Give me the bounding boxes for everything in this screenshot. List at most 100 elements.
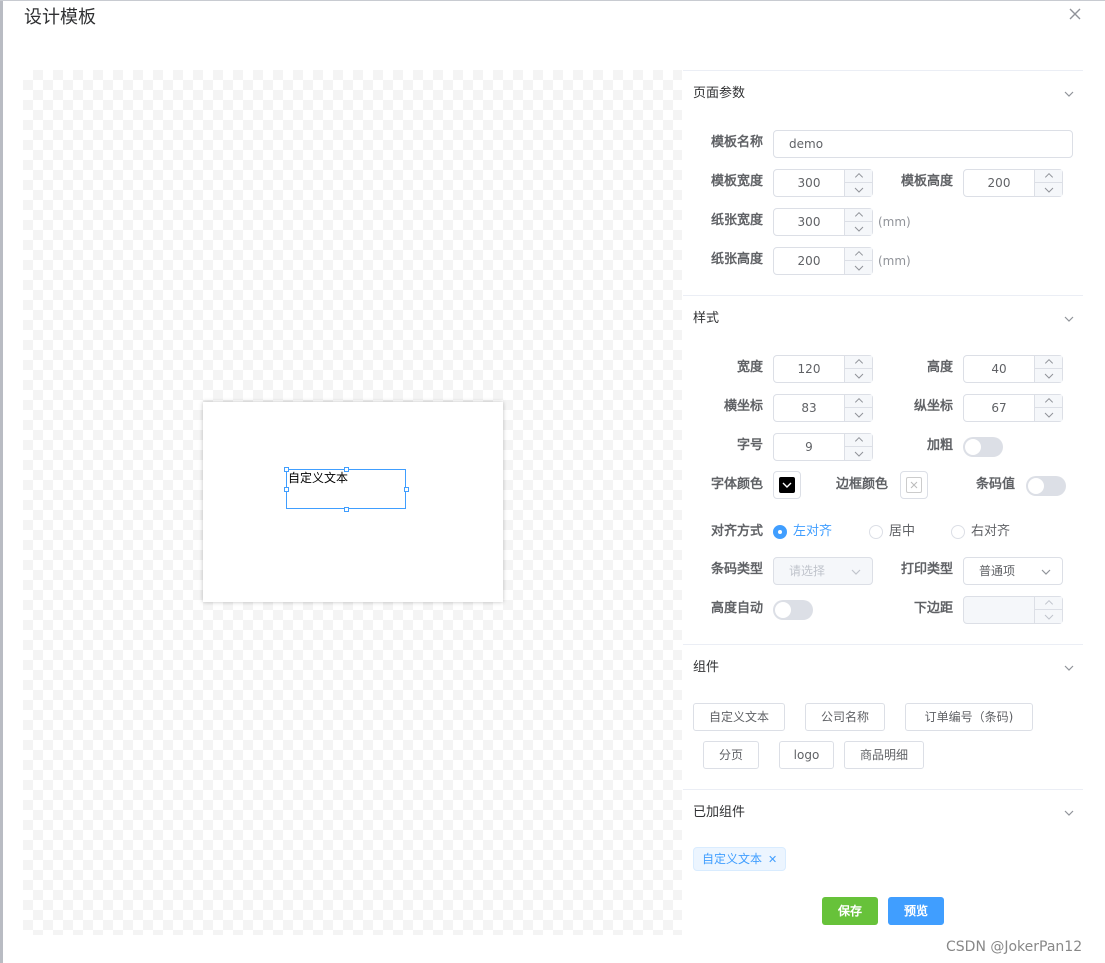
template-height-label: 模板高度: [900, 174, 953, 189]
print-type-label: 打印类型: [900, 562, 953, 577]
chevron-up-icon[interactable]: [1035, 597, 1063, 610]
components-header[interactable]: 组件: [683, 644, 1083, 690]
close-icon[interactable]: ✕: [768, 853, 777, 866]
chevron-up-icon[interactable]: [845, 395, 873, 408]
close-icon[interactable]: [1066, 5, 1084, 23]
chevron-down-icon[interactable]: [1035, 183, 1063, 196]
resize-handle-top[interactable]: [344, 467, 349, 472]
y-value: 67: [991, 401, 1007, 415]
resize-handle-right[interactable]: [404, 487, 409, 492]
dialog-title: 设计模板: [24, 7, 96, 28]
border-color-picker[interactable]: [900, 471, 928, 499]
align-center-radio[interactable]: 居中: [869, 518, 915, 546]
chevron-up-icon[interactable]: [1035, 170, 1063, 183]
paper-width-input[interactable]: 300: [773, 208, 873, 236]
save-button[interactable]: 保存: [822, 897, 878, 925]
x-input[interactable]: 83: [773, 394, 873, 422]
font-size-value: 9: [805, 440, 813, 454]
align-center-text: 居中: [889, 524, 916, 539]
bottom-margin-input[interactable]: [963, 596, 1063, 624]
added-component-tag[interactable]: 自定义文本 ✕: [693, 847, 787, 871]
paper-height-input[interactable]: 200: [773, 247, 873, 275]
y-input[interactable]: 67: [963, 394, 1063, 422]
paper-height-value: 200: [797, 254, 821, 268]
preview-button[interactable]: 预览: [888, 897, 944, 925]
chevron-down-icon[interactable]: [845, 408, 873, 421]
y-label: 纵坐标: [913, 399, 953, 414]
chevron-down-icon[interactable]: [1035, 610, 1063, 623]
added-components-header[interactable]: 已加组件: [683, 789, 1083, 835]
switch-knob: [775, 602, 791, 618]
align-left-text: 左对齐: [793, 524, 833, 539]
chevron-down-icon[interactable]: [1035, 369, 1063, 382]
chevron-down-icon: [1064, 91, 1074, 97]
chevron-up-icon[interactable]: [1035, 356, 1063, 369]
chevron-down-icon[interactable]: [1035, 408, 1063, 421]
template-height-input[interactable]: 200: [963, 169, 1063, 197]
height-label: 高度: [926, 360, 953, 375]
add-page-number-button[interactable]: 分页: [703, 741, 759, 769]
paper-width-label: 纸张宽度: [710, 213, 763, 228]
empty-color-icon: [910, 481, 918, 489]
paper-height-label: 纸张高度: [710, 252, 763, 267]
design-canvas[interactable]: 自定义文本: [23, 70, 682, 935]
auto-height-switch[interactable]: [773, 600, 813, 620]
barcode-value-switch[interactable]: [1026, 476, 1066, 496]
added-component-tag-label: 自定义文本: [702, 852, 763, 866]
x-label: 横坐标: [723, 399, 763, 414]
barcode-type-select[interactable]: 请选择: [773, 557, 873, 585]
template-name-label: 模板名称: [710, 135, 763, 150]
bold-switch[interactable]: [963, 437, 1003, 457]
add-logo-button[interactable]: logo: [779, 741, 834, 769]
chevron-up-icon[interactable]: [845, 434, 873, 447]
chevron-up-icon[interactable]: [845, 170, 873, 183]
add-company-name-button[interactable]: 公司名称: [805, 703, 885, 731]
paper-height-unit: (mm): [878, 254, 911, 268]
style-header[interactable]: 样式: [683, 295, 1083, 341]
page-params-header[interactable]: 页面参数: [683, 70, 1083, 116]
print-type-select[interactable]: 普通项: [963, 557, 1063, 585]
add-custom-text-button[interactable]: 自定义文本: [693, 703, 785, 731]
page-params-title: 页面参数: [693, 86, 746, 101]
font-size-input[interactable]: 9: [773, 433, 873, 461]
custom-text-element-label: 自定义文本: [288, 471, 349, 485]
template-width-input[interactable]: 300: [773, 169, 873, 197]
chevron-down-icon: [1041, 569, 1051, 575]
font-color-picker[interactable]: [773, 471, 801, 499]
chevron-up-icon[interactable]: [845, 209, 873, 222]
custom-text-element[interactable]: 自定义文本: [284, 467, 409, 512]
font-size-label: 字号: [736, 438, 763, 453]
chevron-up-icon[interactable]: [845, 356, 873, 369]
width-input[interactable]: 120: [773, 355, 873, 383]
template-paper[interactable]: 自定义文本: [203, 402, 503, 602]
width-label: 宽度: [736, 360, 763, 375]
print-type-value: 普通项: [979, 564, 1016, 578]
chevron-down-icon[interactable]: [845, 369, 873, 382]
chevron-down-icon: [1064, 810, 1074, 816]
chevron-down-icon[interactable]: [845, 261, 873, 274]
align-right-radio[interactable]: 右对齐: [951, 518, 1010, 546]
style-title: 样式: [693, 311, 720, 326]
chevron-up-icon[interactable]: [845, 248, 873, 261]
auto-height-label: 高度自动: [710, 601, 763, 616]
chevron-down-icon: [1064, 665, 1074, 671]
resize-handle-bottom[interactable]: [344, 507, 349, 512]
chevron-down-icon[interactable]: [845, 183, 873, 196]
template-name-input[interactable]: demo: [773, 130, 1073, 158]
chevron-down-icon: [851, 569, 861, 575]
barcode-type-placeholder: 请选择: [789, 564, 826, 578]
template-height-value: 200: [987, 176, 1011, 190]
add-product-detail-button[interactable]: 商品明细: [844, 741, 924, 769]
components-title: 组件: [693, 660, 720, 675]
border-color-swatch: [906, 477, 922, 493]
chevron-up-icon[interactable]: [1035, 395, 1063, 408]
window-frame-left: [0, 0, 3, 963]
chevron-down-icon[interactable]: [845, 222, 873, 235]
resize-handle-top-left[interactable]: [284, 467, 289, 472]
height-input[interactable]: 40: [963, 355, 1063, 383]
resize-handle-left[interactable]: [284, 487, 289, 492]
chevron-down-icon[interactable]: [845, 447, 873, 460]
watermark: CSDN @JokerPan12: [946, 939, 1083, 955]
align-left-radio[interactable]: 左对齐: [773, 518, 832, 546]
add-order-number-button[interactable]: 订单编号（条码): [905, 703, 1033, 731]
